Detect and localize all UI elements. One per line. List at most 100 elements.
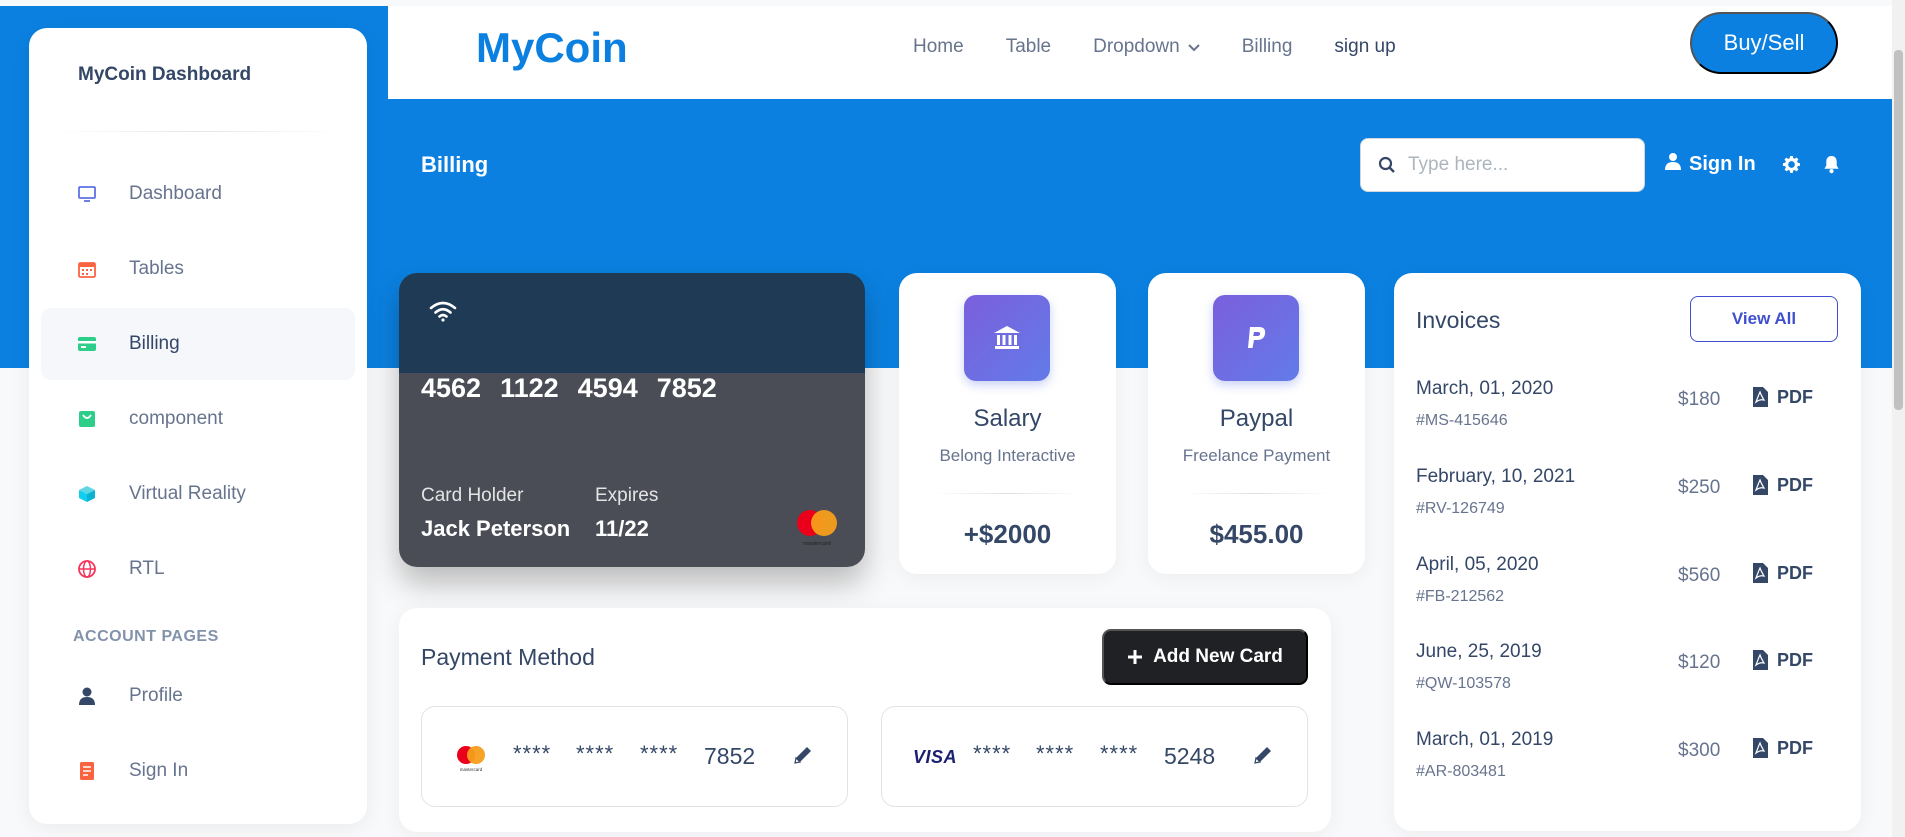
nav-link-sign-up[interactable]: sign up xyxy=(1334,36,1395,58)
payment-card-visa: VISA **** **** **** 5248 xyxy=(881,706,1308,807)
top-nav-links: Home Table Dropdown Billing sign up xyxy=(913,36,1438,58)
sidebar-item-label: Profile xyxy=(129,685,183,706)
invoice-date: April, 05, 2020 xyxy=(1416,554,1539,575)
invoice-date: February, 10, 2021 xyxy=(1416,466,1576,487)
sidebar-item-profile[interactable]: Profile xyxy=(41,660,355,732)
masked-digits: **** xyxy=(973,741,1012,766)
invoice-pdf-link[interactable]: PDF xyxy=(1751,562,1813,584)
stat-divider xyxy=(934,493,1081,494)
card-number: 4562 1122 4594 7852 xyxy=(421,373,736,404)
masked-digits: **** xyxy=(1100,741,1139,766)
mastercard-logo-icon: mastercard xyxy=(457,746,485,772)
pdf-label: PDF xyxy=(1777,386,1813,407)
header-actions: Sign In xyxy=(1665,152,1862,176)
pdf-file-icon xyxy=(1753,650,1768,670)
nav-link-dropdown-label: Dropdown xyxy=(1093,36,1180,57)
invoice-pdf-link[interactable]: PDF xyxy=(1751,386,1813,408)
sign-in-link[interactable]: Sign In xyxy=(1665,152,1756,176)
pdf-file-icon xyxy=(1753,738,1768,758)
sidebar: MyCoin Dashboard Dashboard Tables Billin… xyxy=(29,28,367,824)
logo[interactable]: MyCoin xyxy=(476,24,628,72)
sidebar-item-label: Tables xyxy=(129,258,184,279)
stat-value: $455.00 xyxy=(1209,519,1304,549)
card-last-four: 5248 xyxy=(1164,743,1216,769)
pdf-file-icon xyxy=(1753,563,1768,583)
sidebar-item-label: RTL xyxy=(129,558,165,579)
scrollbar-thumb[interactable] xyxy=(1894,50,1903,410)
sidebar-item-rtl[interactable]: RTL xyxy=(41,533,355,605)
card-number-group: 1122 xyxy=(500,373,559,403)
masked-digits: **** xyxy=(576,741,615,766)
invoice-row: February, 10, 2021 #RV-126749 $250 PDF xyxy=(1416,466,1841,536)
top-navbar: MyCoin Home Table Dropdown Billing sign … xyxy=(388,6,1892,99)
invoice-amount: $180 xyxy=(1678,389,1721,410)
sidebar-item-label: Billing xyxy=(129,333,180,354)
sidebar-item-billing[interactable]: Billing xyxy=(41,308,355,380)
nav-link-billing[interactable]: Billing xyxy=(1242,36,1293,58)
invoice-row: June, 25, 2019 #QW-103578 $120 PDF xyxy=(1416,641,1841,711)
search-box xyxy=(1360,138,1645,192)
invoice-date: March, 01, 2019 xyxy=(1416,729,1554,750)
invoices-title: Invoices xyxy=(1416,307,1501,333)
masked-digits: **** xyxy=(1036,741,1075,766)
page-title: Billing xyxy=(421,152,489,177)
masked-digits: **** xyxy=(513,741,552,766)
sidebar-brand[interactable]: MyCoin Dashboard xyxy=(78,64,251,86)
user-icon xyxy=(1665,152,1681,176)
add-new-card-label: Add New Card xyxy=(1153,646,1283,667)
card-number-group: 7852 xyxy=(656,373,717,403)
pencil-icon[interactable] xyxy=(1252,744,1274,771)
credit-card-icon xyxy=(75,332,99,356)
sidebar-item-component[interactable]: component xyxy=(41,383,355,455)
nav-link-table[interactable]: Table xyxy=(1006,36,1051,58)
invoice-id: #FB-212562 xyxy=(1416,588,1505,605)
invoice-amount: $250 xyxy=(1678,477,1721,498)
page-scrollbar[interactable] xyxy=(1892,0,1905,837)
card-holder-label: Card Holder xyxy=(421,485,524,506)
search-icon xyxy=(1378,156,1396,174)
pdf-label: PDF xyxy=(1777,737,1813,758)
calendar-icon xyxy=(75,257,99,281)
invoice-amount: $120 xyxy=(1678,652,1721,673)
bank-icon xyxy=(964,295,1050,381)
stat-title: Paypal xyxy=(1219,405,1294,432)
invoice-pdf-link[interactable]: PDF xyxy=(1751,649,1813,671)
invoice-date: March, 01, 2020 xyxy=(1416,378,1554,399)
monitor-icon xyxy=(75,182,99,206)
buy-sell-button[interactable]: Buy/Sell xyxy=(1690,12,1838,74)
nav-link-home[interactable]: Home xyxy=(913,36,964,58)
invoice-id: #MS-415646 xyxy=(1416,412,1508,429)
sidebar-section-title: ACCOUNT PAGES xyxy=(73,628,219,645)
invoice-pdf-link[interactable]: PDF xyxy=(1751,737,1813,759)
sidebar-divider xyxy=(55,131,341,132)
box-3d-icon xyxy=(75,482,99,506)
stat-card-paypal: Paypal Freelance Payment $455.00 xyxy=(1148,273,1365,574)
sign-in-label: Sign In xyxy=(1689,152,1756,175)
pencil-icon[interactable] xyxy=(792,744,814,771)
bell-icon[interactable] xyxy=(1823,155,1840,174)
sidebar-item-virtual-reality[interactable]: Virtual Reality xyxy=(41,458,355,530)
invoice-pdf-link[interactable]: PDF xyxy=(1751,474,1813,496)
nav-link-dropdown[interactable]: Dropdown xyxy=(1093,36,1200,58)
stat-subtitle: Freelance Payment xyxy=(1182,446,1331,465)
gear-icon[interactable] xyxy=(1782,155,1801,174)
sidebar-item-sign-in[interactable]: Sign In xyxy=(41,735,355,807)
sidebar-item-label: component xyxy=(129,408,224,429)
mastercard-logo-text: mastercard xyxy=(803,541,831,547)
stat-subtitle: Belong Interactive xyxy=(939,446,1076,465)
sidebar-item-dashboard[interactable]: Dashboard xyxy=(41,158,355,230)
plus-icon xyxy=(1128,650,1143,664)
paypal-icon xyxy=(1213,295,1299,381)
sidebar-item-tables[interactable]: Tables xyxy=(41,233,355,305)
payment-method-card: Payment Method Add New Card mastercard *… xyxy=(399,608,1331,832)
visa-logo-icon: VISA xyxy=(913,747,958,767)
user-icon xyxy=(75,684,99,708)
pdf-label: PDF xyxy=(1777,474,1813,495)
pdf-label: PDF xyxy=(1777,562,1813,583)
search-input[interactable] xyxy=(1408,154,1628,176)
view-all-button[interactable]: View All xyxy=(1690,296,1838,342)
invoice-row: March, 01, 2019 #AR-803481 $300 PDF xyxy=(1416,729,1841,799)
add-new-card-button[interactable]: Add New Card xyxy=(1102,629,1308,685)
pdf-file-icon xyxy=(1753,475,1768,495)
basket-icon xyxy=(75,407,99,431)
